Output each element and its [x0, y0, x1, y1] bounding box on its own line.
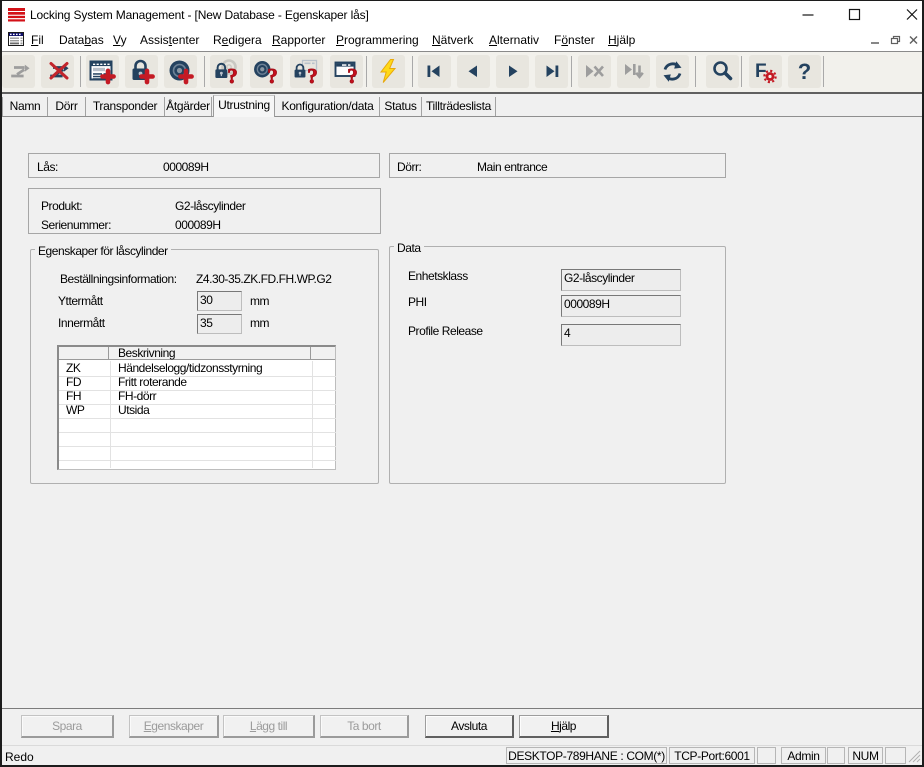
svg-text:?: ? — [227, 64, 238, 85]
svg-text:?: ? — [798, 59, 811, 84]
svg-text:?: ? — [347, 64, 358, 85]
svg-text:?: ? — [307, 64, 318, 85]
svg-text:?: ? — [267, 64, 278, 85]
